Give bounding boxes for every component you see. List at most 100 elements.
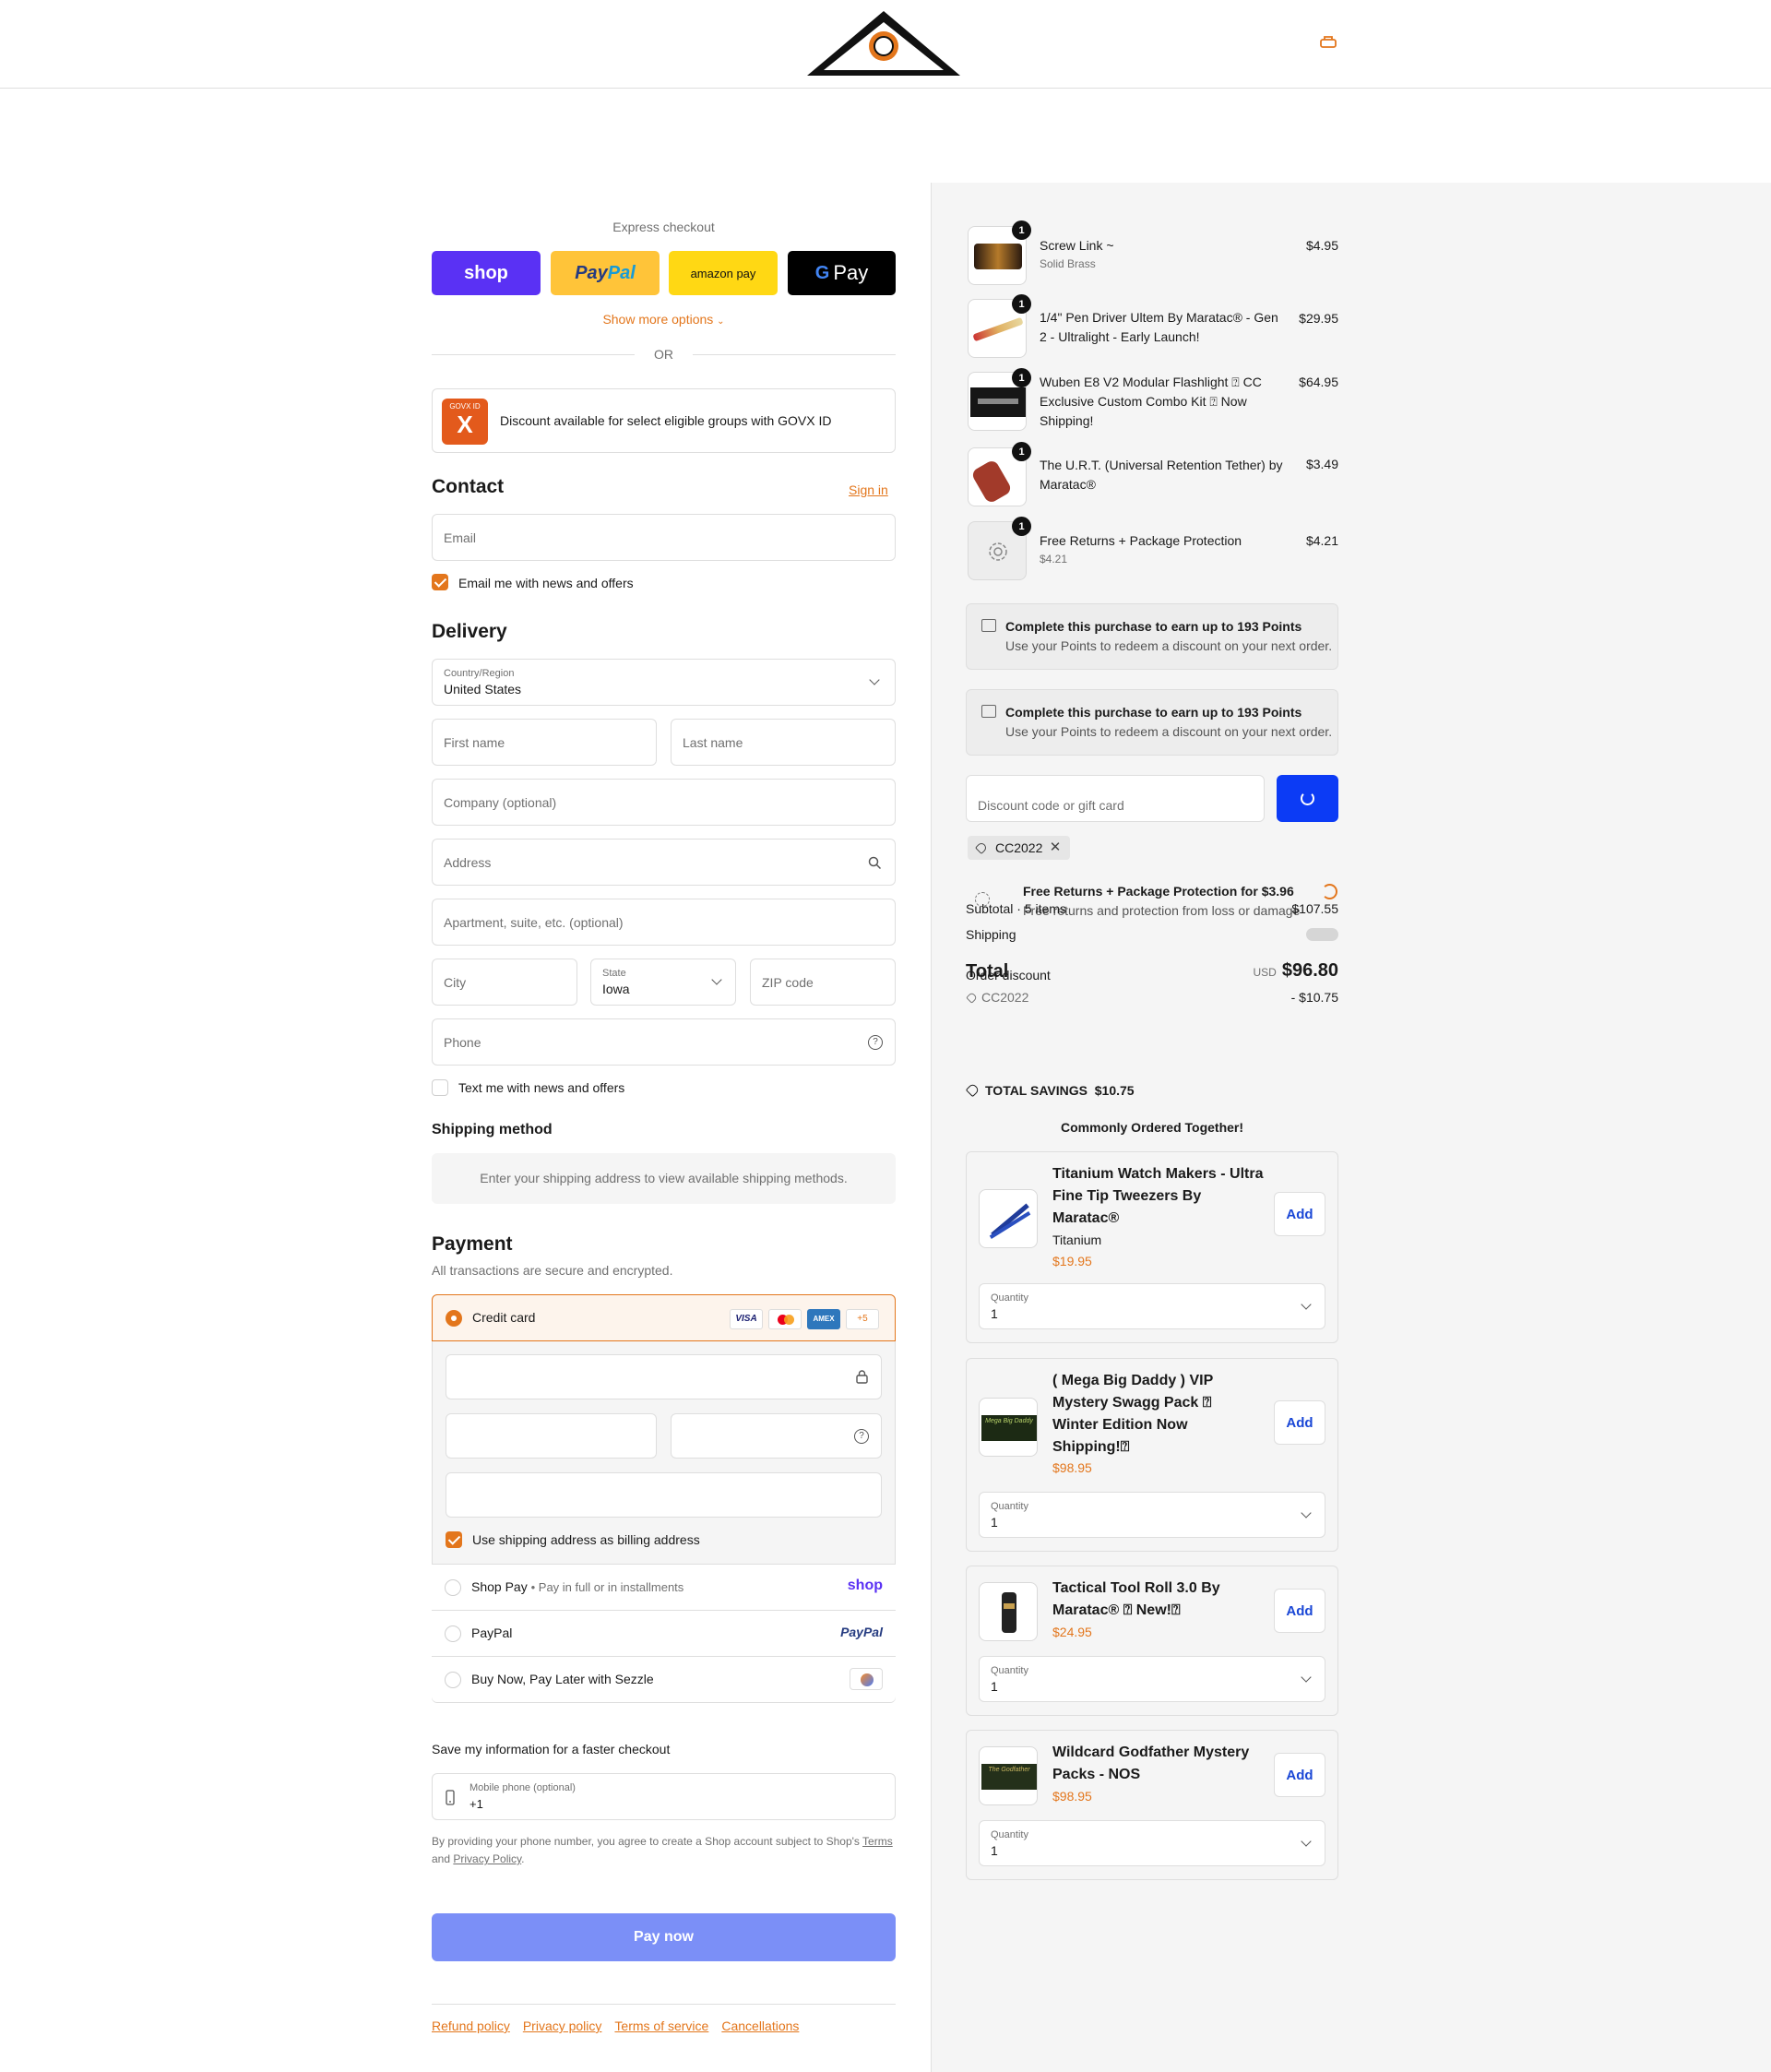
billing-address-label: Use shipping address as billing address xyxy=(472,1532,700,1547)
privacy-policy-link[interactable]: Privacy Policy xyxy=(453,1852,521,1865)
recommendation-card: Mega Big Daddy ( Mega Big Daddy ) VIP My… xyxy=(966,1358,1338,1552)
help-icon[interactable]: ? xyxy=(868,1035,883,1050)
paypal-button[interactable]: PayPal xyxy=(551,251,660,295)
recommendation-price: $98.95 xyxy=(1052,1789,1092,1804)
spinner-icon xyxy=(1301,792,1314,805)
item-price: $4.95 xyxy=(1305,238,1338,253)
quantity-select[interactable]: Quantity 1 xyxy=(979,1656,1325,1702)
quantity-select[interactable]: Quantity 1 xyxy=(979,1283,1325,1329)
company-field[interactable]: Company (optional) xyxy=(432,779,896,826)
pay-now-button[interactable]: Pay now xyxy=(432,1913,896,1961)
refund-policy-link[interactable]: Refund policy xyxy=(432,2018,510,2033)
product-thumbnail: The Godfather xyxy=(979,1746,1038,1805)
more-cards-badge: +5 xyxy=(846,1309,879,1329)
email-field[interactable]: Email xyxy=(432,514,896,561)
total-savings: TOTAL SAVINGS $10.75 xyxy=(965,1082,1135,1098)
terms-of-service-link[interactable]: Terms of service xyxy=(614,2018,708,2033)
expiration-date-field[interactable] xyxy=(446,1413,657,1459)
chevron-down-icon: ⌄ xyxy=(717,316,725,327)
header xyxy=(0,0,1771,89)
express-checkout-title: Express checkout xyxy=(612,220,715,234)
credit-card-option[interactable]: Credit card VISA AMEX +5 xyxy=(432,1294,896,1341)
chevron-down-icon xyxy=(1301,1836,1312,1847)
item-price: $3.49 xyxy=(1305,457,1338,471)
help-icon[interactable]: ? xyxy=(854,1429,869,1444)
shop-pay-option[interactable]: Shop Pay • Pay in full or in installment… xyxy=(432,1564,896,1610)
email-news-checkbox[interactable] xyxy=(432,574,448,590)
quantity-badge: 1 xyxy=(1012,368,1031,387)
chevron-down-icon xyxy=(869,674,880,685)
add-button[interactable]: Add xyxy=(1274,1400,1325,1445)
amazon-pay-button[interactable]: amazon pay xyxy=(669,251,778,295)
privacy-policy-footer-link[interactable]: Privacy policy xyxy=(523,2018,602,2033)
shop-pay-logo: shop xyxy=(847,1578,883,1593)
or-divider-label: OR xyxy=(654,347,673,362)
product-thumbnail: Mega Big Daddy xyxy=(979,1398,1038,1457)
city-field[interactable]: City xyxy=(432,959,577,1006)
add-button[interactable]: Add xyxy=(1274,1589,1325,1633)
shop-pay-button[interactable]: shop xyxy=(432,251,541,295)
card-number-field[interactable] xyxy=(446,1354,882,1399)
recommendation-price: $24.95 xyxy=(1052,1625,1092,1639)
country-select[interactable]: Country/Region United States xyxy=(432,659,896,706)
paypal-radio[interactable] xyxy=(445,1625,461,1642)
item-name: 1/4" Pen Driver Ultem By Maratac® - Gen … xyxy=(1040,310,1278,344)
recommendation-price: $98.95 xyxy=(1052,1460,1092,1475)
sign-in-link[interactable]: Sign in xyxy=(849,482,888,497)
cancellations-link[interactable]: Cancellations xyxy=(721,2018,799,2033)
cart-icon[interactable] xyxy=(1319,35,1337,50)
add-button[interactable]: Add xyxy=(1274,1753,1325,1797)
zip-field[interactable]: ZIP code xyxy=(750,959,896,1006)
item-variant: $4.21 xyxy=(1040,553,1068,566)
address-field[interactable]: Address xyxy=(432,839,896,886)
google-pay-button[interactable]: G Pay xyxy=(788,251,896,295)
quantity-badge: 1 xyxy=(1012,517,1031,536)
legal-text: By providing your phone number, you agre… xyxy=(432,1835,893,1865)
sezzle-option[interactable]: Buy Now, Pay Later with Sezzle xyxy=(432,1656,896,1702)
paypal-option[interactable]: PayPal PayPal xyxy=(432,1610,896,1656)
footer-links: Refund policy Privacy policy Terms of serv… xyxy=(432,2018,812,2035)
recommendation-title: Tactical Tool Roll 3.0 By Maratac® ⍰ New… xyxy=(1052,1580,1220,1618)
security-code-field[interactable]: ? xyxy=(671,1413,882,1459)
item-price: $29.95 xyxy=(1299,311,1338,326)
quantity-badge: 1 xyxy=(1012,294,1031,314)
quantity-badge: 1 xyxy=(1012,220,1031,240)
last-name-field[interactable]: Last name xyxy=(671,719,896,766)
shop-pay-radio[interactable] xyxy=(445,1579,461,1596)
terms-link[interactable]: Terms xyxy=(862,1835,893,1848)
show-more-options-link[interactable]: Show more options ⌄ xyxy=(432,312,896,327)
quantity-select[interactable]: Quantity 1 xyxy=(979,1492,1325,1538)
county-comm-logo[interactable] xyxy=(805,9,962,77)
text-news-checkbox[interactable] xyxy=(432,1079,448,1096)
credit-card-radio[interactable] xyxy=(446,1310,462,1327)
mobile-phone-icon xyxy=(446,1790,455,1805)
tag-icon xyxy=(966,992,978,1004)
gift-icon xyxy=(981,619,996,632)
divider xyxy=(432,354,635,355)
name-on-card-field[interactable] xyxy=(446,1472,882,1518)
govx-logo-icon: GOVX ID X xyxy=(442,399,488,445)
discount-code-field[interactable]: Discount code or gift card xyxy=(966,775,1265,822)
save-info-title: Save my information for a faster checkou… xyxy=(432,1742,671,1756)
quantity-select[interactable]: Quantity 1 xyxy=(979,1820,1325,1866)
product-thumbnail xyxy=(979,1189,1038,1248)
remove-discount-icon[interactable]: ✕ xyxy=(1050,836,1062,860)
state-select[interactable]: State Iowa xyxy=(590,959,736,1006)
subtotal-label: Subtotal · 5 items xyxy=(966,901,1066,916)
email-news-label: Email me with news and offers xyxy=(458,576,634,590)
add-button[interactable]: Add xyxy=(1274,1192,1325,1236)
sezzle-icon xyxy=(850,1668,883,1690)
apply-discount-button[interactable] xyxy=(1277,775,1338,822)
govx-text: Discount available for select eligible g… xyxy=(500,413,832,428)
phone-field[interactable]: Phone ? xyxy=(432,1018,896,1066)
first-name-field[interactable]: First name xyxy=(432,719,657,766)
credit-card-label: Credit card xyxy=(472,1310,536,1325)
protection-toggle[interactable] xyxy=(1322,884,1337,899)
apartment-field[interactable]: Apartment, suite, etc. (optional) xyxy=(432,899,896,946)
govx-discount-banner[interactable]: GOVX ID X Discount available for select … xyxy=(432,388,896,453)
billing-address-checkbox[interactable] xyxy=(446,1531,462,1548)
tag-icon xyxy=(974,840,989,855)
mobile-phone-field[interactable]: Mobile phone (optional) +1 xyxy=(432,1773,896,1820)
sezzle-radio[interactable] xyxy=(445,1672,461,1688)
text-news-label: Text me with news and offers xyxy=(458,1080,625,1095)
